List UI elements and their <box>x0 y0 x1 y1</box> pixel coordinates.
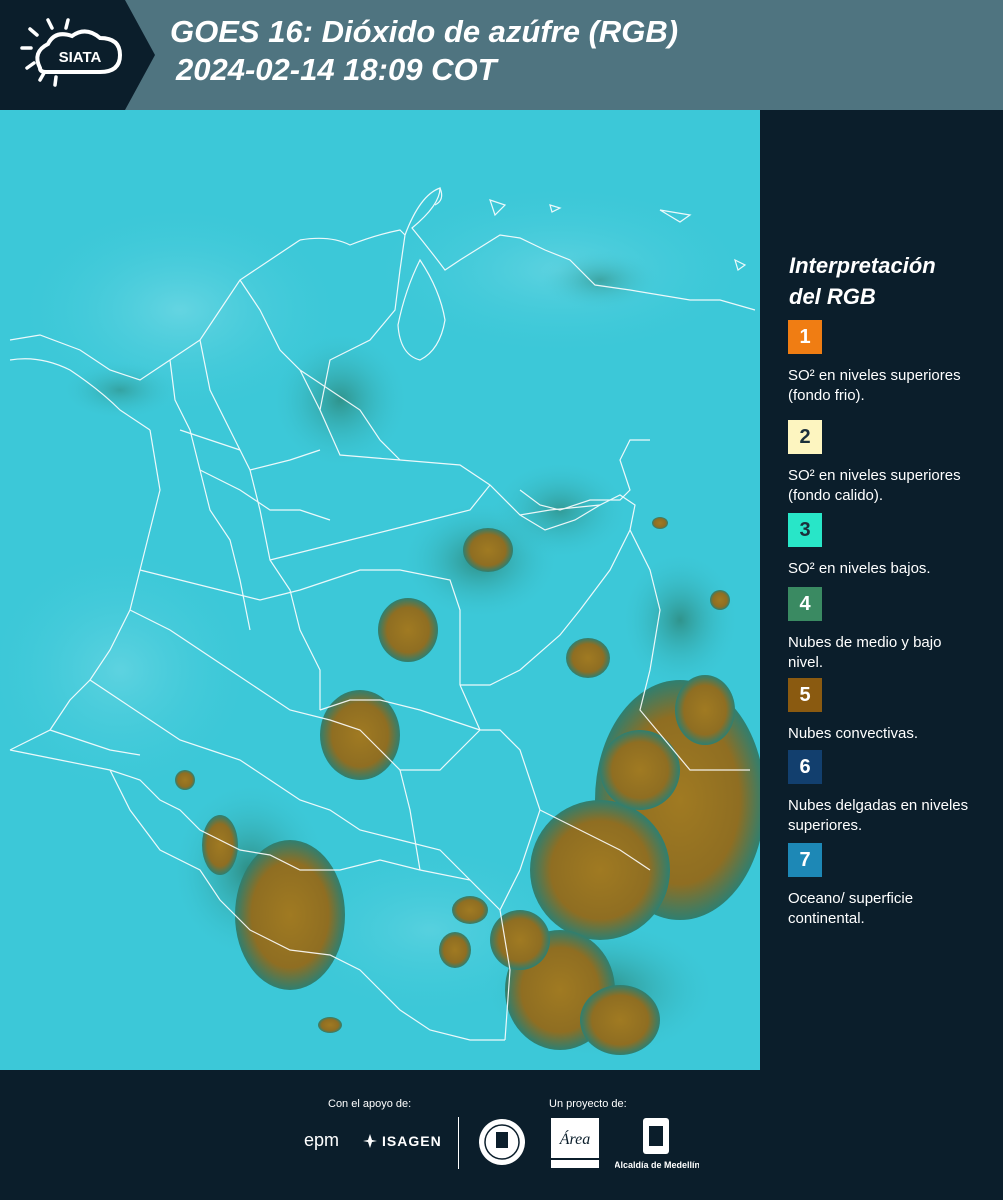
siata-logo-text: SIATA <box>59 49 102 66</box>
header-bar: SIATA GOES 16: Dióxido de azúfre (RGB) 2… <box>0 0 1003 110</box>
legend-text: Nubes convectivas. <box>788 725 919 742</box>
legend-swatch: 3 <box>788 513 822 547</box>
isagen-mark-icon <box>363 1134 377 1148</box>
legend-title-line2: del RGB <box>789 284 876 309</box>
legend-item-4: 4 Nubes de medio y bajo nivel. <box>788 587 998 673</box>
legend-item-2: 2 SO² en niveles superiores (fondo calido… <box>788 420 998 506</box>
legend-item-1: 1 SO² en niveles superiores (fondo frio). <box>788 320 998 406</box>
page-subtitle-datetime: 2024-02-14 18:09 COT <box>176 52 497 87</box>
legend-swatch: 7 <box>788 843 822 877</box>
siata-logo: SIATA <box>0 0 155 110</box>
satellite-map <box>0 110 760 1070</box>
legend-swatch: 2 <box>788 420 822 454</box>
medellin-seal-icon <box>479 1119 525 1165</box>
svg-text:Alcaldía de Medellín: Alcaldía de Medellín <box>615 1160 699 1170</box>
legend-title-line1: Interpretación <box>789 253 936 278</box>
project-label: Un proyecto de: <box>549 1098 627 1110</box>
legend-item-5: 5 Nubes convectivas. <box>788 678 998 744</box>
medellin-seal <box>478 1118 526 1171</box>
legend-panel: Interpretación del RGB 1 SO² en niveles s… <box>760 110 1003 1070</box>
svg-text:Área: Área <box>559 1129 591 1148</box>
legend-text: SO² en niveles superiores (fondo frio). <box>788 367 961 404</box>
page-title: GOES 16: Dióxido de azúfre (RGB) <box>170 14 679 49</box>
footer-divider <box>458 1117 459 1169</box>
isagen-label: ISAGEN <box>382 1133 442 1149</box>
isagen-logo: ISAGEN <box>362 1133 441 1154</box>
alcaldia-shield-icon: Alcaldía de Medellín <box>614 1118 700 1170</box>
legend-text: Nubes delgadas en niveles superiores. <box>788 797 969 834</box>
alcaldia-medellin-logo: Alcaldía de Medellín <box>614 1118 700 1175</box>
legend-text: Oceano/ superficie continental. <box>788 890 914 927</box>
legend-item-3: 3 SO² en niveles bajos. <box>788 513 998 579</box>
legend-swatch: 6 <box>788 750 822 784</box>
legend-text: SO² en niveles superiores (fondo calido)… <box>788 467 961 504</box>
legend-swatch: 1 <box>788 320 822 354</box>
legend-item-6: 6 Nubes delgadas en niveles superiores. <box>788 750 998 836</box>
legend-title: Interpretación del RGB <box>789 250 989 312</box>
area-metropolitana-logo: Área <box>551 1118 599 1173</box>
legend-text: SO² en niveles bajos. <box>788 560 931 577</box>
area-metropolitana-icon: Área <box>551 1118 599 1168</box>
legend-text: Nubes de medio y bajo nivel. <box>788 634 942 671</box>
support-label: Con el apoyo de: <box>328 1098 412 1110</box>
footer: Con el apoyo de: Un proyecto de: epm ISA… <box>0 1070 1003 1200</box>
legend-item-7: 7 Oceano/ superficie continental. <box>788 843 998 929</box>
epm-logo: epm <box>304 1130 340 1150</box>
legend-swatch: 4 <box>788 587 822 621</box>
legend-swatch: 5 <box>788 678 822 712</box>
